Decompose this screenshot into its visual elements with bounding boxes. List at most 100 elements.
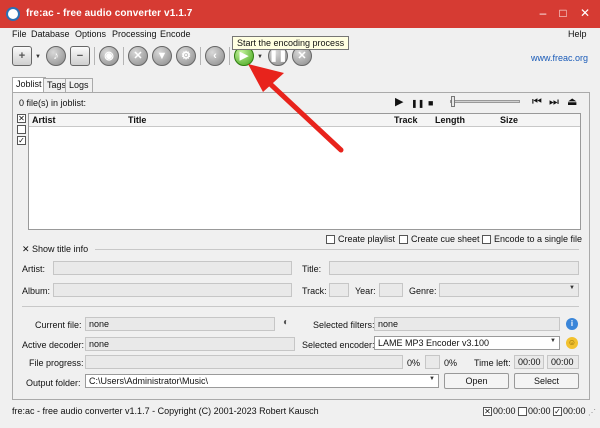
status-timer-2: 00:00 [518,406,551,417]
encoder-config-icon[interactable]: ☺ [566,337,578,349]
encode-single-file-checkbox[interactable] [482,235,491,245]
selected-encoder-label: Selected encoder: [302,340,375,350]
encode-single-file-label: Encode to a single file [494,234,583,244]
title-field[interactable] [329,261,579,275]
stop-icon[interactable]: ■ [428,97,433,109]
add-files-icon[interactable]: + [12,46,32,66]
album-field[interactable] [53,283,292,297]
joblist-table[interactable]: Artist Title Track Length Size [28,113,581,230]
track-field[interactable] [329,283,349,297]
current-file-field: none [85,317,275,331]
create-playlist-checkbox[interactable] [326,235,335,245]
menu-help[interactable]: Help [568,29,587,39]
column-length[interactable]: Length [435,115,465,125]
remove-file-icon[interactable]: − [70,46,90,66]
column-artist[interactable]: Artist [32,115,56,125]
previous-track-icon[interactable]: ⏮ [532,96,542,108]
menu-processing[interactable]: Processing [112,29,157,39]
menu-encode[interactable]: Encode [160,29,191,39]
freac-app-icon [6,7,20,21]
divider [95,249,579,250]
current-file-label: Current file: [35,320,82,330]
joblist-count: 0 file(s) in joblist: [19,98,87,108]
resize-grip-icon[interactable]: ⋰ [588,408,596,417]
add-audio-cd-icon[interactable]: ♪ [46,46,66,66]
create-playlist-option[interactable]: Create playlist [326,234,395,245]
menu-file[interactable]: File [12,29,27,39]
status-timer-3-checkbox[interactable]: ✓ [553,407,562,417]
time-left-label: Time left: [474,358,511,368]
divider [22,306,579,307]
menu-database[interactable]: Database [31,29,70,39]
play-icon[interactable]: ▶ [395,96,403,108]
tab-logs[interactable]: Logs [65,78,93,92]
maximize-button[interactable]: □ [556,6,570,20]
total-time-left: 00:00 [547,355,579,369]
status-timer-2-checkbox[interactable] [518,407,527,417]
toolbar-separator [229,47,230,65]
file-progress-percent: 0% [407,358,421,368]
start-encoding-tooltip: Start the encoding process [232,36,350,50]
status-timer-2-value: 00:00 [528,406,551,416]
settings-gear-icon[interactable]: ⚙ [176,46,196,66]
column-track[interactable]: Track [394,115,418,125]
output-folder-label: Output folder: [26,378,81,388]
column-title[interactable]: Title [128,115,146,125]
output-folder-select[interactable]: C:\Users\Administrator\Music\ ▼ [85,374,439,388]
close-icon: ✕ [22,244,33,254]
window-title: fre:ac - free audio converter v1.1.7 [26,8,193,19]
chevron-down-icon: ▼ [569,285,575,291]
show-title-info-toggle[interactable]: ✕ Show title info [22,244,88,255]
chevron-down-icon: ▼ [429,376,435,382]
status-timer-3-value: 00:00 [563,406,586,416]
active-decoder-field: none [85,337,295,351]
tools-icon[interactable]: ✕ [128,46,148,66]
freac-website-link[interactable]: www.freac.org [531,53,588,63]
create-cue-sheet-checkbox[interactable] [399,235,408,245]
info-icon[interactable]: i [566,318,578,330]
pause-icon[interactable]: ❚❚ [411,98,424,110]
toggle-selection-checkbox[interactable]: ✓ [17,136,26,145]
next-track-icon[interactable]: ⏭ [549,96,559,108]
title-bar: fre:ac - free audio converter v1.1.7 – □… [0,0,600,28]
year-field[interactable] [379,283,403,297]
album-label: Album: [22,286,51,296]
close-button[interactable]: ✕ [578,6,592,20]
select-folder-button[interactable]: Select [514,373,579,389]
audio-cd-icon[interactable]: ◐ [283,317,289,328]
create-cue-sheet-option[interactable]: Create cue sheet [399,234,480,245]
status-timer-1-checkbox[interactable]: ✕ [483,407,492,417]
status-text: fre:ac - free audio converter v1.1.7 - C… [12,406,319,416]
selected-encoder-select[interactable]: LAME MP3 Encoder v3.100 ▼ [374,336,560,350]
file-time-left: 00:00 [514,355,544,369]
genre-select[interactable]: ▼ [439,283,579,297]
status-timer-1-value: 00:00 [493,406,516,416]
menu-options[interactable]: Options [75,29,106,39]
minimize-button[interactable]: – [536,6,550,20]
chevron-down-icon: ▼ [550,338,556,344]
output-folder-value: C:\Users\Administrator\Music\ [89,376,209,386]
year-label: Year: [355,286,376,296]
select-none-checkbox[interactable] [17,125,26,134]
filter-icon[interactable]: ▼ [152,46,172,66]
cddb-query-icon[interactable]: ◉ [99,46,119,66]
select-all-checkbox[interactable]: ✕ [17,114,26,123]
encode-single-file-option[interactable]: Encode to a single file [482,234,583,245]
start-encoding-dropdown-icon[interactable]: ▼ [257,54,263,60]
selected-encoder-value: LAME MP3 Encoder v3.100 [378,338,490,348]
artist-label: Artist: [22,264,46,274]
tab-joblist[interactable]: Joblist [12,77,46,92]
share-icon[interactable]: ‹ [205,46,225,66]
column-size[interactable]: Size [500,115,518,125]
playback-slider[interactable] [450,96,520,107]
active-decoder-label: Active decoder: [22,340,85,350]
toolbar-separator [123,47,124,65]
artist-field[interactable] [53,261,292,275]
playback-slider-thumb[interactable] [451,96,455,107]
add-files-dropdown-icon[interactable]: ▼ [35,54,41,60]
open-folder-button[interactable]: Open [444,373,509,389]
toolbar-separator [94,47,95,65]
total-progress-bar [425,355,440,369]
status-timer-3: ✓ 00:00 [553,406,586,417]
eject-icon[interactable]: ⏏ [567,96,577,108]
